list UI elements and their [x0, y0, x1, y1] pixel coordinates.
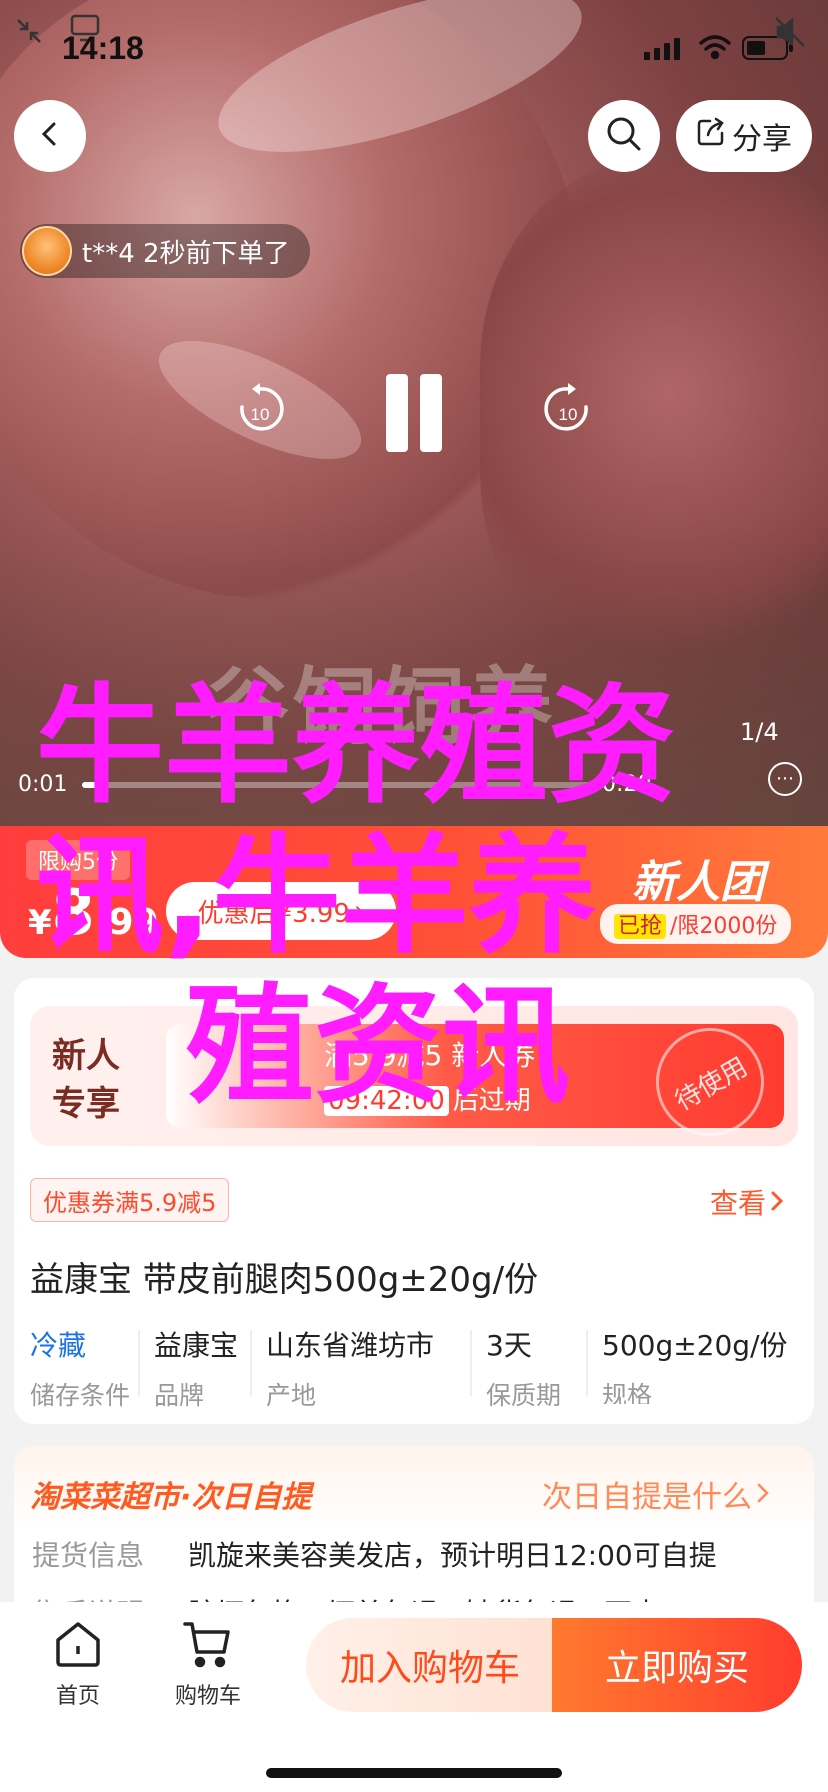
tab-home[interactable]: 首页	[28, 1620, 128, 1710]
pause-bar-right[interactable]	[420, 374, 442, 452]
attribute-value: 冷藏	[30, 1329, 87, 1362]
sold-prefix: 已抢	[614, 914, 667, 939]
newcomer-badge-line1: 新人	[52, 1036, 120, 1076]
pickup-info-key: 提货信息	[32, 1539, 145, 1572]
chevron-left-icon	[36, 120, 64, 152]
pickup-help-link[interactable]: 次日自提是什么	[542, 1472, 770, 1516]
forward-10-icon: 10	[540, 381, 596, 445]
search-button[interactable]	[588, 100, 660, 172]
chevron-right-icon	[770, 1186, 784, 1219]
attribute-value: 益康宝	[154, 1329, 239, 1362]
more-icon[interactable]: ⋯	[768, 762, 802, 796]
bottom-action-bar: 首页 购物车 加入购物车 立即购买	[0, 1602, 828, 1792]
back-button[interactable]	[14, 100, 86, 172]
tab-home-label: 首页	[55, 1684, 100, 1709]
tab-cart-label: 购物车	[174, 1684, 241, 1709]
attribute-value: 500g±20g/份	[602, 1329, 788, 1362]
progress-track[interactable]	[82, 782, 592, 788]
chevron-right-icon	[756, 1477, 770, 1512]
attribute-value: 3天	[486, 1329, 532, 1362]
home-indicator	[266, 1768, 562, 1778]
view-label: 查看	[710, 1187, 767, 1220]
tab-cart[interactable]: 购物车	[158, 1620, 258, 1710]
newcomer-group-logo: 新人团	[632, 857, 764, 908]
buy-now-button[interactable]: 立即购买	[552, 1618, 802, 1712]
countdown-suffix: 后过期	[452, 1086, 531, 1116]
status-bar: 14:18	[0, 0, 828, 96]
share-button[interactable]: 分享	[676, 100, 812, 172]
duration: 0:20	[602, 772, 652, 797]
share-icon	[696, 117, 726, 155]
home-icon	[52, 1620, 104, 1672]
attribute-value: 山东省潍坊市	[266, 1329, 435, 1362]
promo-chip[interactable]: 优惠券满5.9减5	[30, 1178, 230, 1222]
newcomer-coupon[interactable]: 新人 专享 满5.9减5 新人券 09:42:00 后过期 待使用	[30, 1006, 798, 1156]
attribute-item: 500g±20g/份 规格	[586, 1324, 814, 1404]
status-time: 14:18	[62, 30, 144, 66]
attribute-key: 储存条件	[30, 1381, 131, 1410]
cart-icon	[182, 1620, 234, 1672]
attribute-key: 保质期	[486, 1381, 562, 1410]
skip-back-label: 10	[251, 405, 270, 424]
current-time: 0:01	[18, 772, 68, 797]
video-progress: 0:01 0:20 1/4 ⋯	[0, 718, 828, 800]
product-attributes: 冷藏 储存条件 益康宝 品牌 山东省潍坊市 产地 3天 保质期 500g±20g…	[14, 1324, 814, 1410]
skip-back-button[interactable]: 10	[230, 374, 290, 452]
sold-limit: 已抢/限2000份	[600, 904, 792, 944]
progress-fill	[82, 782, 108, 788]
recent-order-notice: t**4 2秒前下单了	[20, 224, 310, 278]
coupon-countdown: 09:42:00 后过期	[324, 1080, 531, 1117]
pickup-brand: 淘菜菜超市·次日自提	[30, 1480, 312, 1515]
attribute-key: 产地	[266, 1381, 317, 1410]
pickup-help-label: 次日自提是什么	[542, 1480, 752, 1515]
attribute-item: 山东省潍坊市 产地	[250, 1324, 470, 1410]
pause-bar-left[interactable]	[386, 374, 408, 452]
newcomer-badge-line2: 专享	[52, 1084, 120, 1124]
view-coupons-link[interactable]: 查看	[710, 1182, 784, 1222]
replay-10-icon: 10	[232, 381, 288, 445]
sold-limit-text: /限2000份	[670, 914, 778, 939]
pickup-info-value: 凯旋来美容美发店，预计明日12:00可自提	[188, 1539, 717, 1572]
add-to-cart-button[interactable]: 加入购物车	[306, 1618, 554, 1712]
attribute-key: 品牌	[154, 1381, 205, 1410]
attribute-item: 3天 保质期	[470, 1324, 586, 1410]
purchase-limit-tag: 限购5份	[26, 840, 130, 880]
attribute-key: 规格	[602, 1381, 653, 1404]
recent-order-text: t**4 2秒前下单了	[82, 238, 290, 269]
media-page-indicator: 1/4	[740, 718, 779, 746]
attribute-item: 冷藏 储存条件	[14, 1324, 138, 1410]
product-info-card: 新人 专享 满5.9减5 新人券 09:42:00 后过期 待使用 优惠券满5.9…	[14, 978, 814, 1424]
currency-symbol: ¥	[28, 903, 52, 943]
price-decimal: .99	[94, 902, 159, 943]
coupon-title: 满5.9减5 新人券	[324, 1039, 536, 1072]
chevron-right-icon: ›	[354, 896, 365, 926]
price-integer: 8	[51, 876, 95, 949]
newcomer-badge: 新人 专享	[52, 1032, 120, 1128]
collapse-icon[interactable]	[14, 16, 44, 50]
after-coupon-price[interactable]: 优惠后¥3.99 ›	[166, 882, 396, 940]
after-coupon-text: 优惠后¥3.99	[197, 898, 351, 929]
current-price: ¥8.99	[28, 876, 159, 949]
skip-forward-button[interactable]: 10	[538, 374, 598, 452]
signal-icon	[644, 38, 682, 64]
video-watermark: 谷饲饲养	[205, 658, 558, 756]
countdown-time: 09:42:00	[324, 1086, 449, 1116]
skip-forward-label: 10	[559, 405, 578, 424]
price-banner: 限购5份 ¥8.99 优惠后¥3.99 › 新人团 已抢/限2000份	[0, 826, 828, 958]
buyer-avatar	[22, 226, 72, 276]
wifi-icon	[698, 34, 732, 64]
attribute-item: 益康宝 品牌	[138, 1324, 250, 1410]
mute-icon[interactable]	[772, 14, 808, 54]
product-title: 益康宝 带皮前腿肉500g±20g/份	[30, 1260, 539, 1300]
share-label: 分享	[732, 122, 792, 157]
search-icon	[605, 115, 643, 157]
